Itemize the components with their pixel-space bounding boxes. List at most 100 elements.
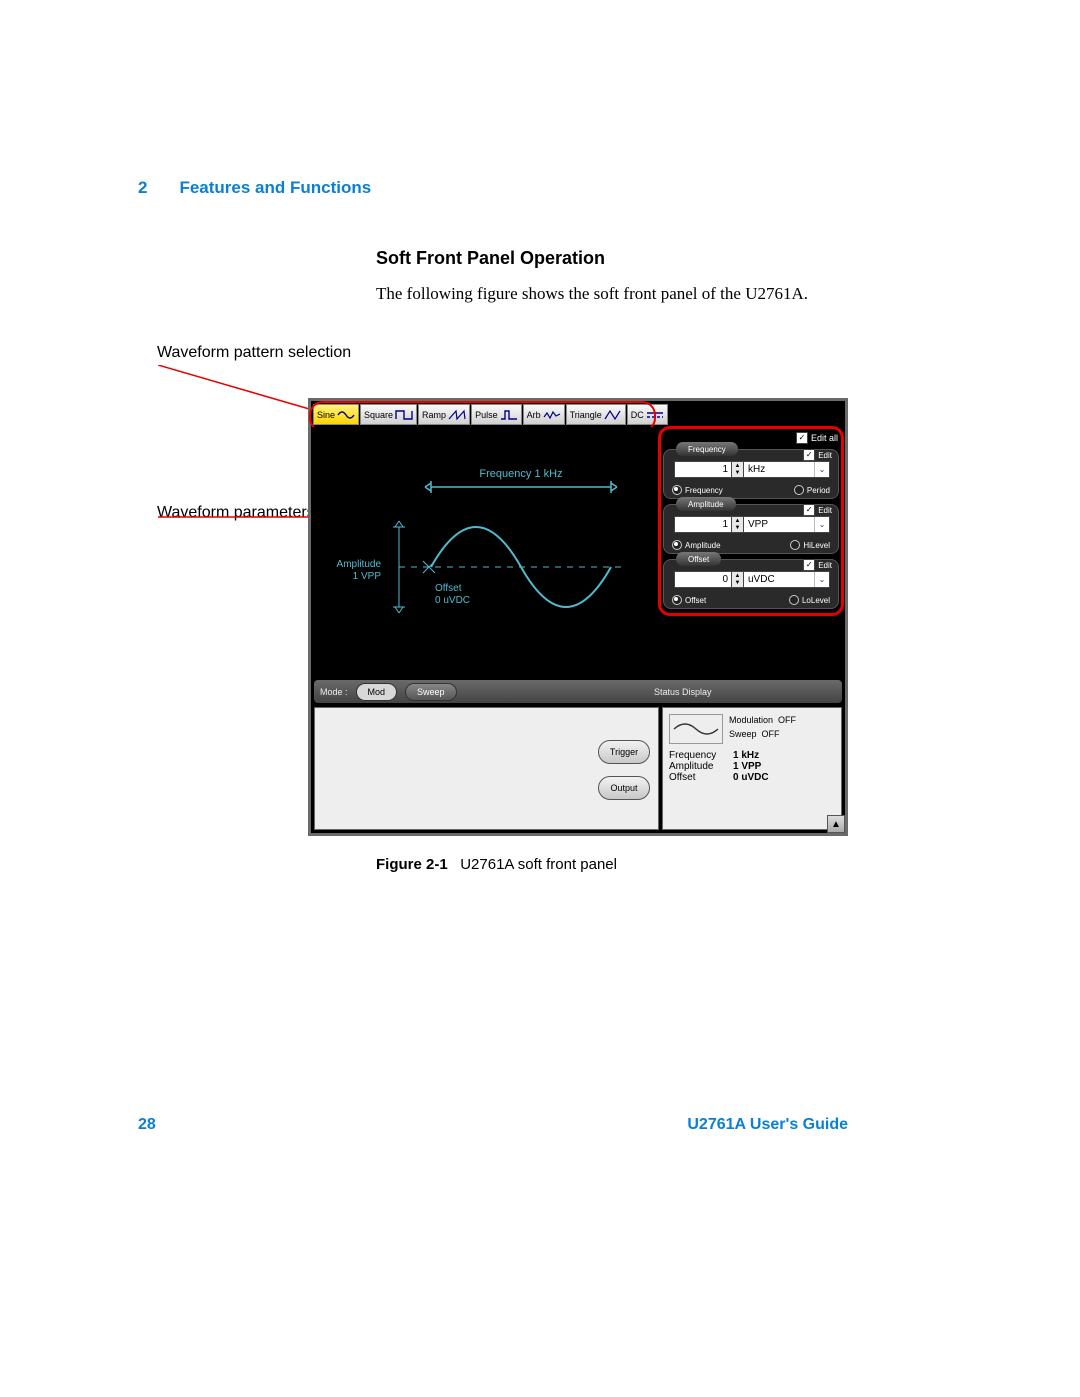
waveform-triangle-button[interactable]: Triangle: [566, 404, 626, 425]
btn-label: DC: [631, 410, 644, 420]
radio-lolevel[interactable]: LoLevel: [789, 595, 830, 605]
triangle-icon: [604, 409, 622, 421]
modulation-value: OFF: [778, 715, 796, 725]
mode-label: Mode :: [320, 687, 348, 697]
param-title: Offset: [676, 552, 721, 566]
param-title: Frequency: [676, 442, 738, 456]
pulse-icon: [500, 409, 518, 421]
status-row-key: Frequency: [669, 750, 729, 761]
output-button[interactable]: Output: [598, 776, 650, 800]
status-row-val: 1 VPP: [733, 761, 761, 772]
radio-amplitude[interactable]: Amplitude: [672, 540, 721, 550]
trigger-button[interactable]: Trigger: [598, 740, 650, 764]
display-frequency-label: Frequency 1 kHz: [479, 468, 562, 480]
param-title: Amplitude: [676, 497, 736, 511]
square-icon: [395, 409, 413, 421]
chevron-down-icon: ⌄: [814, 462, 829, 477]
btn-label: Sine: [317, 410, 335, 420]
checkbox-icon: ✓: [803, 449, 815, 461]
parameters-panel: ✓Edit all Frequency ✓Edit 1 ▲▼ kHz⌄ Freq…: [663, 431, 841, 611]
sine-icon: [337, 409, 355, 421]
waveform-display: Frequency 1 kHz Amplitude 1 VPP Offset 0…: [311, 427, 660, 675]
checkbox-icon: ✓: [803, 559, 815, 571]
param-edit-checkbox[interactable]: ✓Edit: [803, 504, 832, 516]
ramp-icon: [448, 409, 466, 421]
status-row-key: Offset: [669, 772, 729, 783]
section-title: Soft Front Panel Operation: [376, 248, 605, 269]
chapter-header: 2Features and Functions: [138, 178, 371, 198]
radio-hilevel[interactable]: HiLevel: [790, 540, 830, 550]
checkbox-icon: ✓: [803, 504, 815, 516]
radio-period[interactable]: Period: [794, 485, 830, 495]
waveform-arb-button[interactable]: Arb: [523, 404, 565, 425]
radio-off-icon: [789, 595, 799, 605]
param-edit-checkbox[interactable]: ✓Edit: [803, 449, 832, 461]
dc-icon: [646, 409, 664, 421]
param-edit-checkbox[interactable]: ✓Edit: [803, 559, 832, 571]
lower-left-panel: Trigger Output: [314, 707, 659, 830]
waveform-square-button[interactable]: Square: [360, 404, 417, 425]
radio-on-icon: [672, 540, 682, 550]
soft-front-panel: Sine Square Ramp Pulse Arb Triangle DC: [308, 398, 848, 836]
status-display-bar: Status Display: [646, 680, 842, 703]
status-row-key: Amplitude: [669, 761, 729, 772]
edit-all-checkbox[interactable]: ✓Edit all: [796, 432, 838, 444]
amplitude-value-input[interactable]: 1: [674, 516, 732, 533]
offset-unit-dropdown[interactable]: uVDC⌄: [744, 571, 830, 588]
display-amplitude-label-2: 1 VPP: [353, 571, 382, 582]
btn-label: Pulse: [475, 410, 498, 420]
guide-title: U2761A User's Guide: [687, 1116, 848, 1134]
frequency-spinner[interactable]: ▲▼: [732, 461, 744, 478]
amplitude-spinner[interactable]: ▲▼: [732, 516, 744, 533]
btn-label: Square: [364, 410, 393, 420]
chevron-down-icon: ⌄: [814, 572, 829, 587]
param-group-amplitude: Amplitude ✓Edit 1 ▲▼ VPP⌄ Amplitude HiLe…: [663, 504, 839, 554]
expand-up-button[interactable]: ▲: [827, 815, 845, 833]
offset-value-input[interactable]: 0: [674, 571, 732, 588]
page-number: 28: [138, 1116, 156, 1134]
arb-icon: [543, 409, 561, 421]
spin-up-icon: ▲: [732, 517, 743, 525]
status-display-label: Status Display: [654, 687, 712, 697]
figure-number: Figure 2-1: [376, 856, 448, 873]
frequency-value-input[interactable]: 1: [674, 461, 732, 478]
spin-down-icon: ▼: [732, 580, 743, 588]
mode-bar: Mode : Mod Sweep: [314, 680, 659, 703]
callout-pattern-selection: Waveform pattern selection: [157, 344, 351, 362]
waveform-sine-button[interactable]: Sine: [313, 404, 359, 425]
edit-all-label: Edit all: [811, 433, 838, 443]
btn-label: Arb: [527, 410, 541, 420]
radio-offset[interactable]: Offset: [672, 595, 706, 605]
chapter-title: Features and Functions: [179, 178, 371, 197]
radio-frequency[interactable]: Frequency: [672, 485, 723, 495]
spin-up-icon: ▲: [732, 572, 743, 580]
btn-label: Ramp: [422, 410, 446, 420]
mini-wave-icon: [669, 714, 723, 744]
waveform-dc-button[interactable]: DC: [627, 404, 668, 425]
figure-text: U2761A soft front panel: [460, 856, 617, 873]
spin-down-icon: ▼: [732, 525, 743, 533]
frequency-unit-dropdown[interactable]: kHz⌄: [744, 461, 830, 478]
waveform-ramp-button[interactable]: Ramp: [418, 404, 470, 425]
chevron-up-icon: ▲: [831, 819, 841, 830]
modulation-label: Modulation: [729, 715, 773, 725]
spin-down-icon: ▼: [732, 470, 743, 478]
display-offset-label-1: Offset: [435, 583, 462, 594]
mode-mod-button[interactable]: Mod: [356, 683, 398, 701]
mode-sweep-button[interactable]: Sweep: [405, 683, 457, 701]
waveform-pulse-button[interactable]: Pulse: [471, 404, 522, 425]
sweep-value: OFF: [762, 729, 780, 739]
status-row-val: 1 kHz: [733, 750, 759, 761]
radio-on-icon: [672, 595, 682, 605]
amplitude-unit-dropdown[interactable]: VPP⌄: [744, 516, 830, 533]
display-amplitude-label-1: Amplitude: [337, 559, 382, 570]
btn-label: Triangle: [570, 410, 602, 420]
status-display-panel: Modulation OFF Sweep OFF Frequency1 kHz …: [662, 707, 842, 830]
offset-spinner[interactable]: ▲▼: [732, 571, 744, 588]
checkbox-icon: ✓: [796, 432, 808, 444]
intro-paragraph: The following figure shows the soft fron…: [376, 282, 846, 307]
spin-up-icon: ▲: [732, 462, 743, 470]
param-group-frequency: Frequency ✓Edit 1 ▲▼ kHz⌄ Frequency Peri…: [663, 449, 839, 499]
radio-off-icon: [794, 485, 804, 495]
waveform-toolbar: Sine Square Ramp Pulse Arb Triangle DC: [313, 404, 668, 425]
